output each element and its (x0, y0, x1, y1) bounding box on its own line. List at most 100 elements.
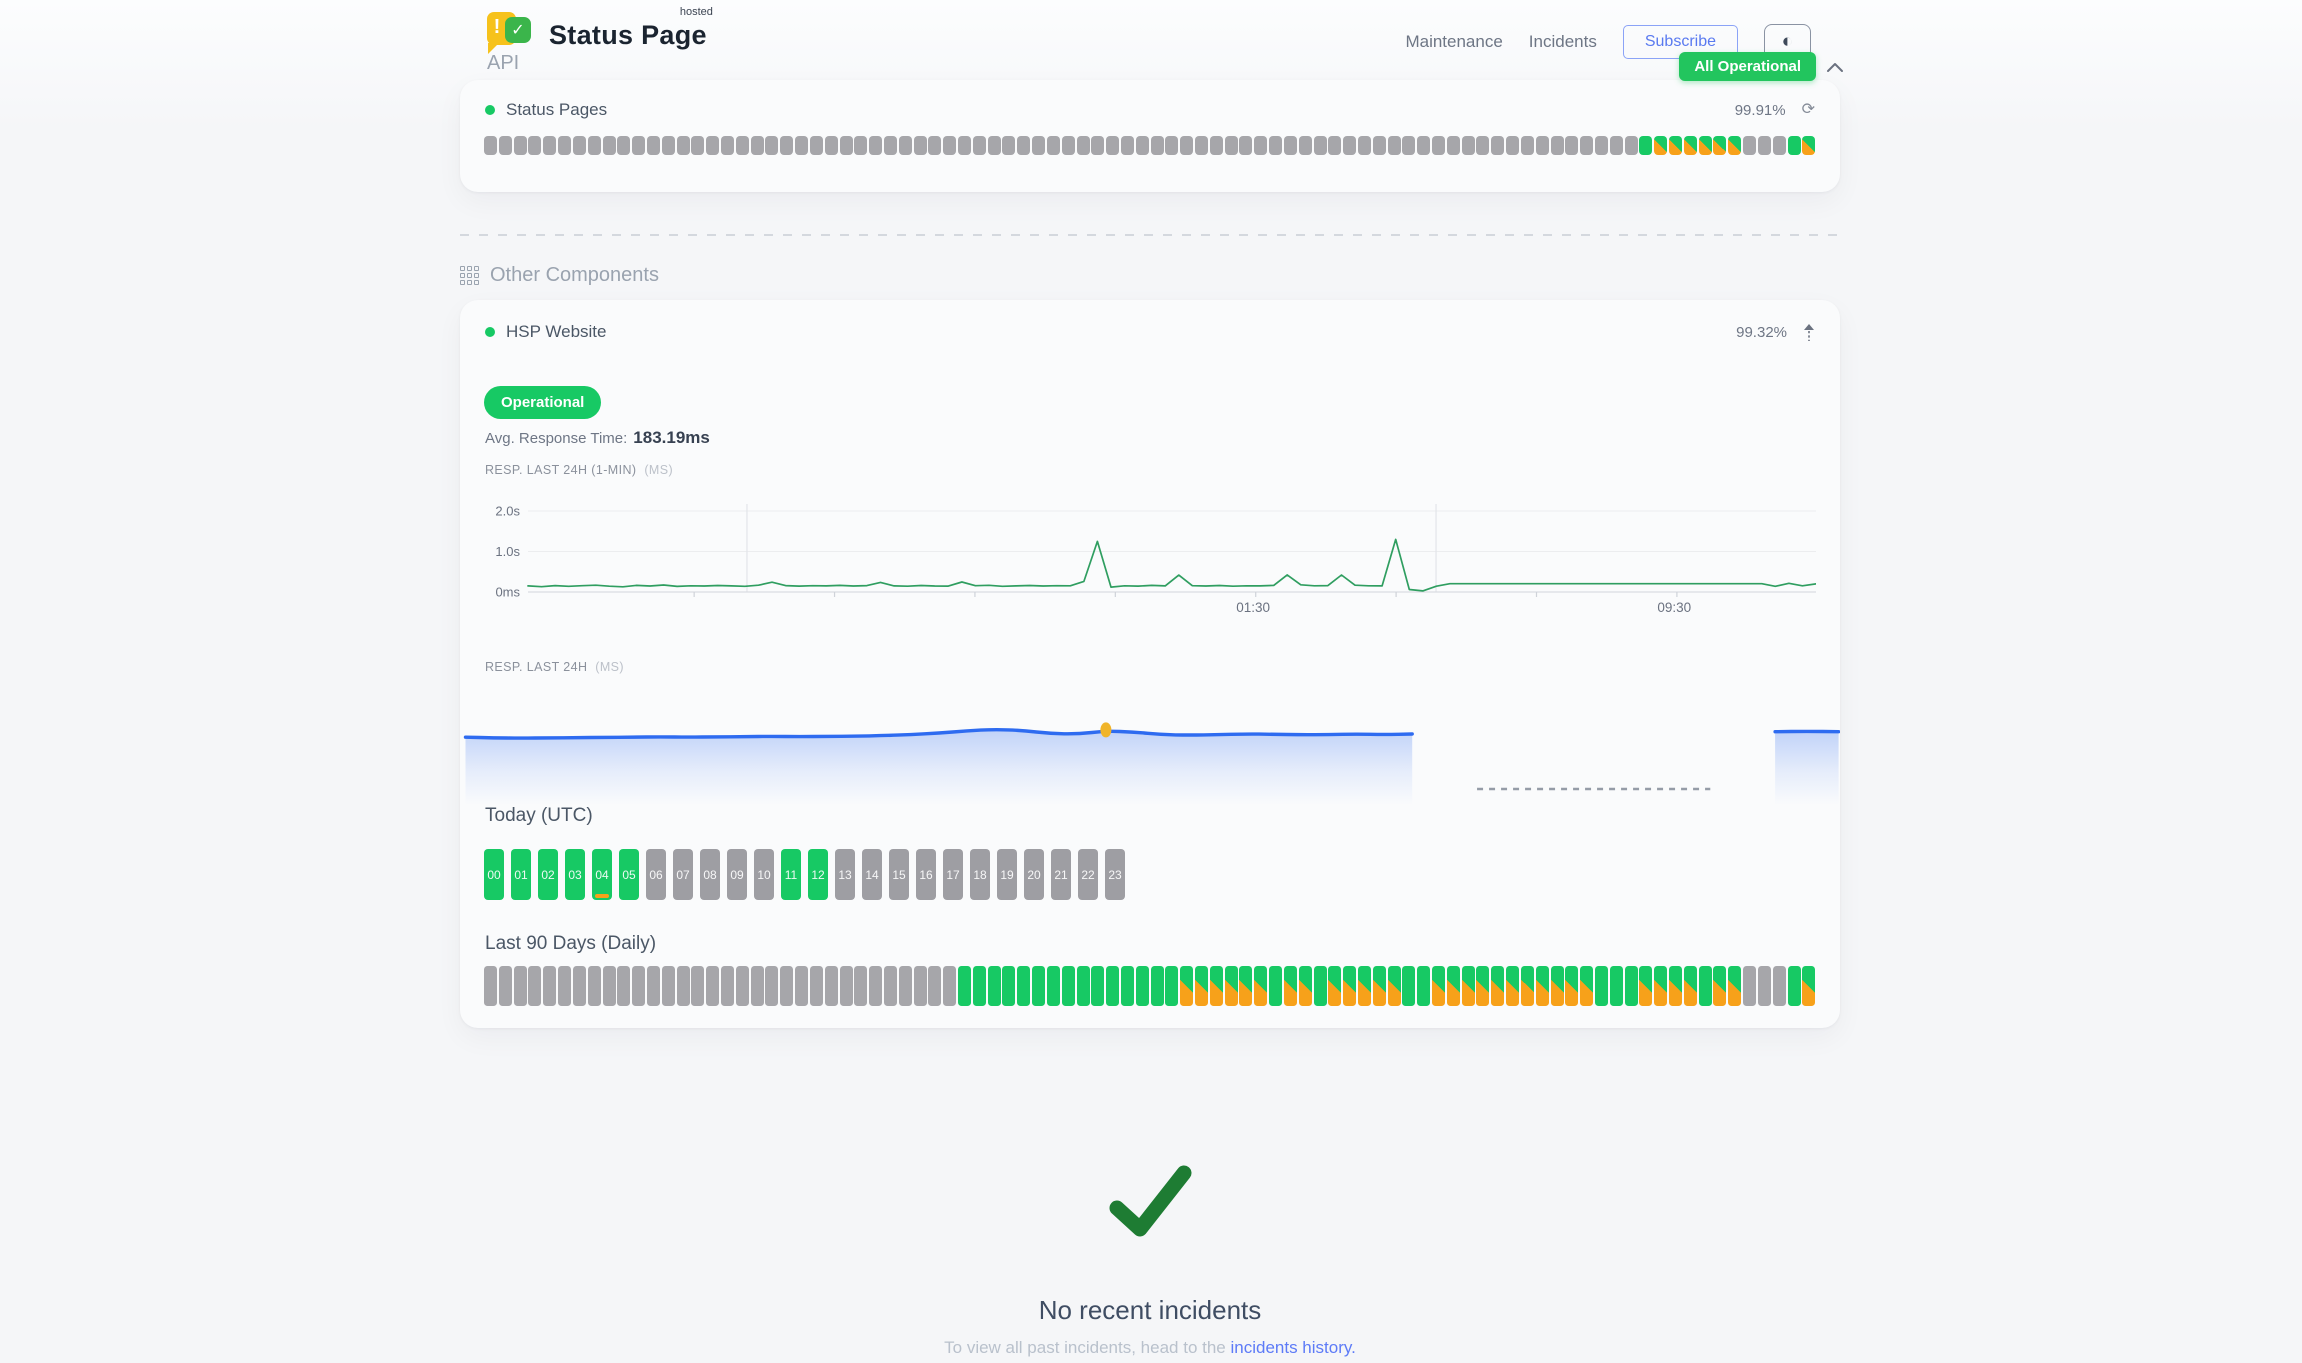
day-uptime-bar (1239, 966, 1252, 1006)
day-uptime-bar (1432, 966, 1445, 1006)
uptime-bar (1373, 136, 1386, 155)
day-uptime-bar (928, 966, 941, 1006)
operational-dot-icon (485, 327, 495, 337)
day-uptime-bar (943, 966, 956, 1006)
subtitle-suffix: . (1351, 1338, 1356, 1357)
day-uptime-bar (958, 966, 971, 1006)
uptime-bar (1669, 136, 1682, 155)
brand-title: Status Page (549, 20, 707, 51)
day-uptime-bar (1091, 966, 1104, 1006)
day-uptime-bar (1373, 966, 1386, 1006)
uptime-bar (1299, 136, 1312, 155)
check-icon (1107, 1164, 1193, 1240)
last90-heading: Last 90 Days (Daily) (485, 933, 656, 955)
day-uptime-bar (988, 966, 1001, 1006)
subtitle-prefix: To view all past incidents, head to the (944, 1338, 1230, 1357)
hour-block-13: 13 (835, 849, 855, 900)
response-time-area-chart[interactable] (460, 690, 1840, 805)
arrow-up-icon[interactable] (1803, 323, 1815, 342)
uptime-bar (1239, 136, 1252, 155)
day-uptime-bar (854, 966, 867, 1006)
uptime-bar (1565, 136, 1578, 155)
day-uptime-bar (1225, 966, 1238, 1006)
uptime-bar (1506, 136, 1519, 155)
day-uptime-bar (1062, 966, 1075, 1006)
day-uptime-bar (1669, 966, 1682, 1006)
svg-text:1.0s: 1.0s (495, 544, 520, 559)
uptime-bar (840, 136, 853, 155)
incidents-history-link[interactable]: incidents history (1230, 1338, 1351, 1357)
day-uptime-bar (869, 966, 882, 1006)
day-uptime-bar (603, 966, 616, 1006)
overall-status-banner: All Operational (1679, 52, 1844, 81)
day-uptime-bar (1195, 966, 1208, 1006)
uptime-bar (1639, 136, 1652, 155)
day-uptime-bar (1684, 966, 1697, 1006)
uptime-bar (1047, 136, 1060, 155)
day-uptime-bar (1417, 966, 1430, 1006)
uptime-bar (1284, 136, 1297, 155)
day-uptime-bar (736, 966, 749, 1006)
theme-toggle-icon: ◐ (1782, 31, 1793, 53)
uptime-bar (1032, 136, 1045, 155)
response-time-line-chart[interactable]: 2.0s1.0s0ms01:3009:30 (484, 496, 1816, 618)
component-name: HSP Website (506, 322, 606, 342)
day-uptime-bar (1402, 966, 1415, 1006)
uptime-bar (1802, 136, 1815, 155)
day-uptime-bar (1151, 966, 1164, 1006)
day-uptime-bar (617, 966, 630, 1006)
hour-block-01: 01 (511, 849, 531, 900)
day-uptime-bar (1017, 966, 1030, 1006)
section-title-other-components: Other Components (490, 264, 659, 287)
uptime-bar (1610, 136, 1623, 155)
day-uptime-bar (825, 966, 838, 1006)
day-uptime-bar (1314, 966, 1327, 1006)
uptime-bar (1773, 136, 1786, 155)
uptime-bar (1002, 136, 1015, 155)
day-uptime-bar (810, 966, 823, 1006)
chart-marker-dot[interactable] (1100, 722, 1111, 737)
uptime-bar (1432, 136, 1445, 155)
day-uptime-bar (558, 966, 571, 1006)
uptime-bar (1758, 136, 1771, 155)
uptime-bar (943, 136, 956, 155)
uptime-bar (1106, 136, 1119, 155)
uptime-bar (484, 136, 497, 155)
collapse-chevron-up-icon[interactable] (1826, 61, 1844, 73)
hour-block-17: 17 (943, 849, 963, 900)
uptime-bar (765, 136, 778, 155)
uptime-bar (780, 136, 793, 155)
uptime-bar (1225, 136, 1238, 155)
uptime-bar (1491, 136, 1504, 155)
refresh-icon[interactable]: ⟳ (1802, 102, 1815, 118)
uptime-bar (1402, 136, 1415, 155)
uptime-bar (558, 136, 571, 155)
uptime-bar (1713, 136, 1726, 155)
uptime-bar (1269, 136, 1282, 155)
day-uptime-bar (1106, 966, 1119, 1006)
day-uptime-bar (1788, 966, 1801, 1006)
no-incidents-subtitle: To view all past incidents, head to the … (460, 1338, 1840, 1358)
uptime-bar (1121, 136, 1134, 155)
day-uptime-bar (1506, 966, 1519, 1006)
hour-block-11: 11 (781, 849, 801, 900)
nav-item-incidents[interactable]: Incidents (1529, 32, 1597, 52)
day-uptime-bar (1136, 966, 1149, 1006)
day-uptime-bar (1551, 966, 1564, 1006)
uptime-bar (632, 136, 645, 155)
brand-logo: ! ✓ Status Page hosted (487, 10, 707, 56)
day-uptime-bar (1047, 966, 1060, 1006)
day-uptime-bar (973, 966, 986, 1006)
hour-block-14: 14 (862, 849, 882, 900)
hour-block-18: 18 (970, 849, 990, 900)
hour-block-21: 21 (1051, 849, 1071, 900)
day-uptime-bar (573, 966, 586, 1006)
chart-label-resp-24h: RESP. LAST 24H (MS) (485, 660, 624, 674)
uptime-bar (1328, 136, 1341, 155)
nav-item-maintenance[interactable]: Maintenance (1405, 32, 1502, 52)
day-uptime-bar (1625, 966, 1638, 1006)
hour-block-04: 04 (592, 849, 612, 900)
day-uptime-bar (706, 966, 719, 1006)
uptime-bar (662, 136, 675, 155)
logo-exclamation-glyph: ! (487, 16, 507, 39)
